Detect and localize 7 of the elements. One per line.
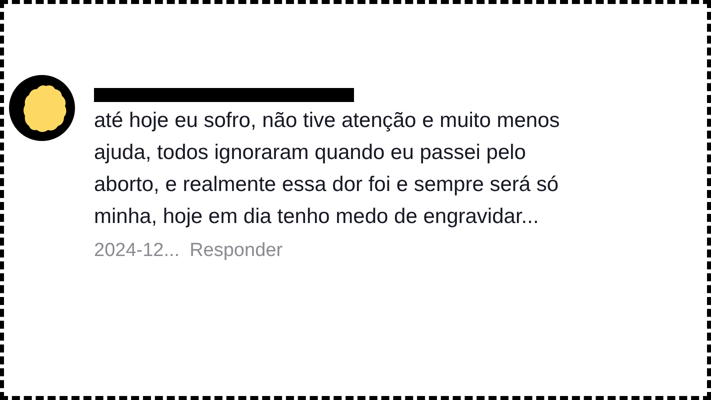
comment-text: minha, hoje em dia tenho medo de engravidar...	[94, 204, 540, 230]
avatar-icon	[8, 74, 76, 142]
reply-button[interactable]: Responder	[190, 237, 283, 266]
comment-text: ajuda, todos ignoraram quando eu passei pelo	[94, 140, 527, 166]
comment-text: até hoje eu sofro, não tive atenção e muito menos	[94, 108, 560, 134]
comment-date: 2024-12...	[94, 239, 180, 263]
comment-text: aborto, e realmente essa dor foi e sempre será só	[94, 172, 560, 198]
